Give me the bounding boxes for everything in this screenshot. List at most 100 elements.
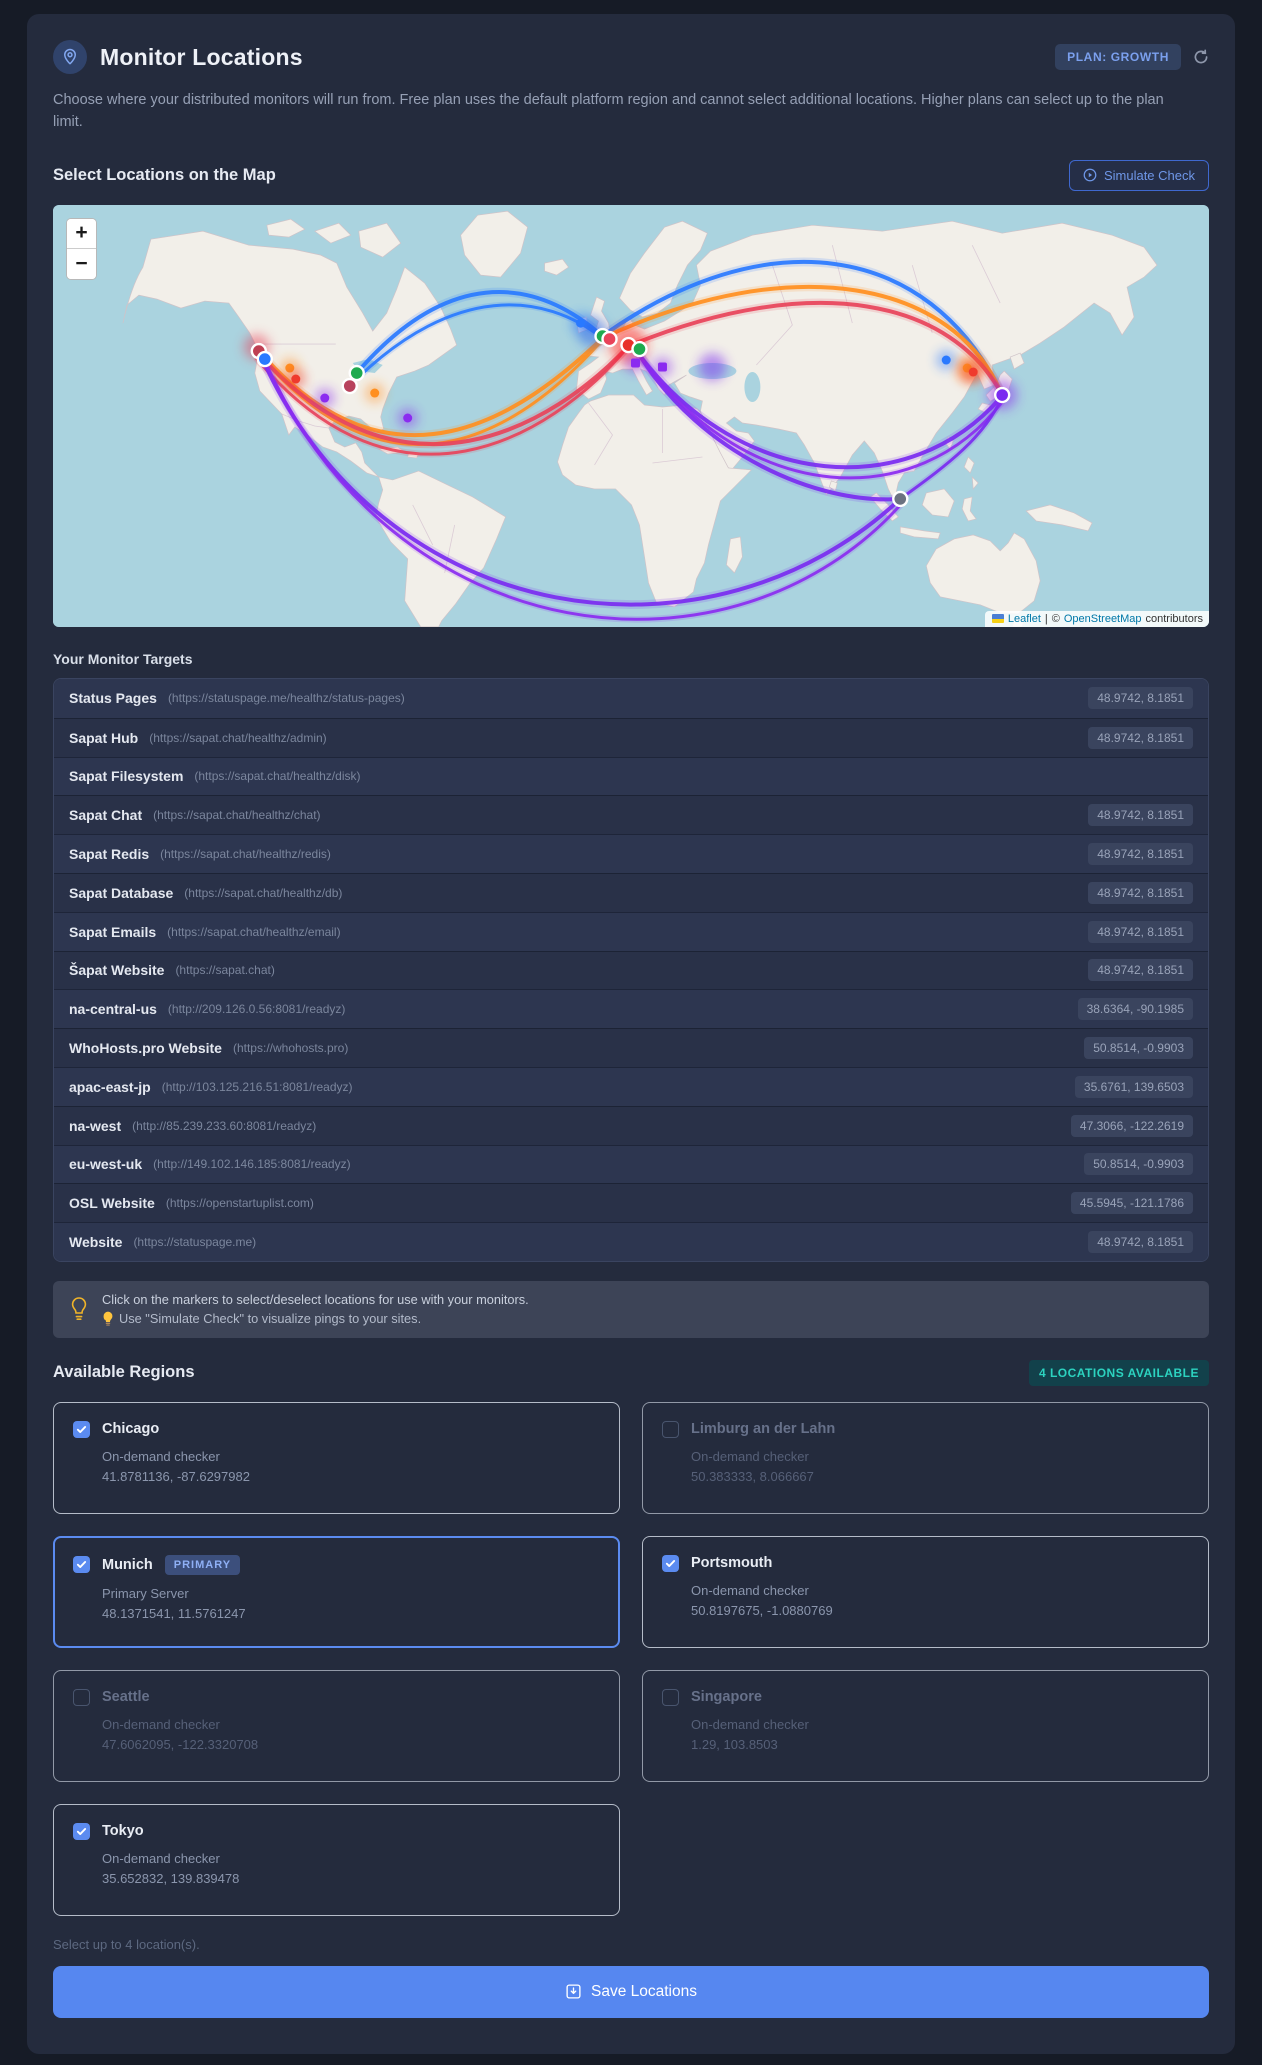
- map-attribution: Leaflet | © OpenStreetMap contributors: [984, 610, 1209, 627]
- region-checkbox[interactable]: [73, 1420, 90, 1438]
- target-row: na-west (http://85.239.233.60:8081/readyz…: [54, 1105, 1208, 1145]
- region-checkbox[interactable]: [662, 1554, 679, 1572]
- region-card-chicago[interactable]: Chicago On-demand checker 41.8781136, -87.…: [53, 1401, 620, 1514]
- target-url: (https://sapat.chat/healthz/chat): [153, 808, 321, 823]
- target-name: Status Pages: [69, 690, 157, 707]
- marker-oregon[interactable]: [256, 350, 274, 368]
- world-map[interactable]: + − Leaflet | © OpenStreetMap contributo…: [53, 204, 1209, 627]
- target-coords-badge: 35.6761, 139.6503: [1074, 1075, 1193, 1098]
- target-name: na-west: [69, 1117, 122, 1134]
- region-card-portsmouth[interactable]: Portsmouth On-demand checker 50.8197675, -…: [642, 1535, 1209, 1648]
- map-section-heading: Select Locations on the Map: [53, 165, 276, 184]
- target-url: (https://statuspage.me/healthz/status-pa…: [167, 691, 405, 706]
- page-title: Monitor Locations: [100, 43, 303, 70]
- osm-link[interactable]: OpenStreetMap: [1064, 613, 1142, 625]
- location-pin-icon: [53, 40, 87, 74]
- marker-eu-west-uk[interactable]: [601, 330, 618, 348]
- page-description: Choose where your distributed monitors w…: [53, 92, 1164, 131]
- marker-chicago[interactable]: [348, 364, 365, 382]
- marker-singapore[interactable]: [892, 490, 909, 508]
- target-coords-badge: 48.9742, 8.1851: [1088, 843, 1193, 866]
- target-coords-badge: 48.9742, 8.1851: [1088, 726, 1193, 749]
- zoom-in-button[interactable]: +: [67, 218, 96, 249]
- target-name: Šapat Website: [69, 962, 165, 979]
- region-checkbox[interactable]: [73, 1822, 90, 1840]
- target-coords-badge: 38.6364, -90.1985: [1077, 998, 1193, 1021]
- target-row: Sapat Database (https://sapat.chat/health…: [54, 872, 1208, 912]
- region-coords: 35.652832, 139.839478: [102, 1870, 240, 1886]
- region-subtitle: On-demand checker: [102, 1716, 220, 1732]
- marker-na-central[interactable]: [341, 377, 358, 395]
- bulb-emoji-icon: [102, 1311, 114, 1326]
- monitor-locations-panel: Monitor Locations PLAN: GROWTH Choose wh…: [27, 14, 1235, 2054]
- target-row: WhoHosts.pro Website (https://whohosts.pr…: [54, 1028, 1208, 1067]
- save-locations-button[interactable]: Save Locations: [53, 1965, 1209, 2018]
- regions-heading: Available Regions: [53, 1363, 195, 1382]
- target-name: Sapat Database: [69, 884, 174, 901]
- region-checkbox[interactable]: [662, 1420, 679, 1438]
- tip-line-1: Click on the markers to select/deselect …: [102, 1291, 529, 1307]
- region-coords: 1.29, 103.8503: [691, 1736, 778, 1752]
- target-url: (http://149.102.146.185:8081/readyz): [153, 1157, 351, 1172]
- marker-munich[interactable]: [631, 340, 648, 358]
- target-name: OSL Website: [69, 1195, 155, 1212]
- target-name: Sapat Redis: [69, 846, 150, 863]
- target-coords-badge: 45.5945, -121.1786: [1070, 1192, 1193, 1215]
- leaflet-link[interactable]: Leaflet: [1008, 613, 1041, 625]
- lightbulb-icon: [69, 1296, 89, 1322]
- refresh-icon[interactable]: [1193, 49, 1209, 65]
- target-row: OSL Website (https://openstartuplist.com)…: [54, 1183, 1208, 1223]
- region-coords: 50.8197675, -1.0880769: [691, 1602, 833, 1618]
- target-name: Website: [69, 1233, 123, 1250]
- region-card-limburg-an-der-lahn[interactable]: Limburg an der Lahn On-demand checker 50.3…: [642, 1401, 1209, 1514]
- target-url: (https://whohosts.pro): [232, 1041, 349, 1055]
- region-subtitle: On-demand checker: [102, 1448, 220, 1464]
- target-url: (https://sapat.chat/healthz/db): [184, 885, 343, 900]
- region-subtitle: On-demand checker: [691, 1448, 809, 1464]
- tip-line-2: Use "Simulate Check" to visualize pings …: [102, 1311, 529, 1326]
- target-row: apac-east-jp (http://103.125.216.51:8081/…: [54, 1066, 1208, 1106]
- target-row: eu-west-uk (http://149.102.146.185:8081/r…: [54, 1144, 1208, 1184]
- region-card-singapore[interactable]: Singapore On-demand checker 1.29, 103.8503: [642, 1669, 1209, 1782]
- region-checkbox[interactable]: [73, 1688, 90, 1706]
- target-row: na-central-us (http://209.126.0.56:8081/r…: [54, 989, 1208, 1029]
- target-name: WhoHosts.pro Website: [69, 1040, 222, 1056]
- region-coords: 41.8781136, -87.6297982: [102, 1468, 250, 1484]
- target-row: Sapat Hub (https://sapat.chat/healthz/adm…: [54, 717, 1208, 757]
- region-name: Limburg an der Lahn: [691, 1421, 836, 1438]
- region-coords: 47.6062095, -122.3320708: [102, 1736, 259, 1752]
- target-coords-badge: 48.9742, 8.1851: [1088, 687, 1193, 710]
- region-card-tokyo[interactable]: Tokyo On-demand checker 35.652832, 139.839…: [53, 1803, 620, 1916]
- zoom-out-button[interactable]: −: [67, 248, 96, 279]
- target-url: (http://85.239.233.60:8081/readyz): [132, 1118, 317, 1133]
- region-coords: 48.1371541, 11.5761247: [102, 1605, 246, 1621]
- target-name: eu-west-uk: [69, 1156, 143, 1173]
- tip-box: Click on the markers to select/deselect …: [53, 1280, 1209, 1338]
- target-coords-badge: 50.8514, -0.9903: [1084, 1037, 1193, 1059]
- target-url: (https://sapat.chat/healthz/email): [167, 924, 341, 939]
- region-checkbox[interactable]: [73, 1556, 90, 1574]
- targets-list: Status Pages (https://statuspage.me/healt…: [53, 677, 1209, 1262]
- target-coords-badge: 48.9742, 8.1851: [1088, 920, 1193, 943]
- region-coords: 50.383333, 8.066667: [691, 1468, 814, 1484]
- target-row: Sapat Chat (https://sapat.chat/healthz/ch…: [54, 795, 1208, 835]
- target-url: (https://sapat.chat/healthz/redis): [160, 847, 331, 862]
- marker-tokyo[interactable]: [993, 386, 1011, 404]
- region-name: Tokyo: [102, 1823, 144, 1840]
- target-name: apac-east-jp: [69, 1078, 151, 1095]
- target-coords-badge: 50.8514, -0.9903: [1084, 1153, 1193, 1176]
- target-coords-badge: 47.3066, -122.2619: [1070, 1114, 1193, 1137]
- region-checkbox[interactable]: [662, 1688, 679, 1706]
- target-coords-badge: 48.9742, 8.1851: [1088, 1230, 1193, 1253]
- target-url: (https://openstartuplist.com): [165, 1196, 314, 1211]
- region-subtitle: On-demand checker: [691, 1582, 809, 1598]
- simulate-check-button[interactable]: Simulate Check: [1068, 159, 1209, 191]
- target-name: Sapat Chat: [69, 807, 143, 824]
- region-subtitle: Primary Server: [102, 1585, 189, 1601]
- primary-badge: PRIMARY: [164, 1554, 241, 1575]
- region-card-munich[interactable]: Munich PRIMARY Primary Server 48.1371541, 1…: [53, 1535, 620, 1648]
- target-row: Sapat Redis (https://sapat.chat/healthz/r…: [54, 834, 1208, 873]
- region-card-seattle[interactable]: Seattle On-demand checker 47.6062095, -122…: [53, 1669, 620, 1782]
- target-name: na-central-us: [69, 1001, 157, 1018]
- target-coords-badge: 48.9742, 8.1851: [1088, 959, 1193, 982]
